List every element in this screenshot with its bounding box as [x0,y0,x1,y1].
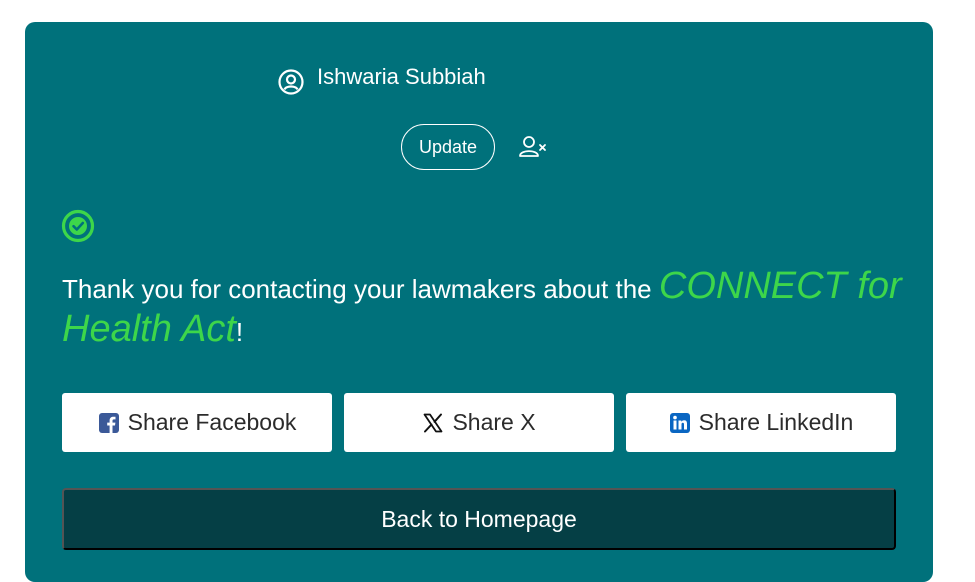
user-remove-icon[interactable] [518,134,548,160]
share-x-button[interactable]: Share X [344,393,614,452]
share-facebook-label: Share Facebook [127,409,297,435]
share-linkedin-label: Share LinkedIn [698,409,854,435]
user-info: Ishwaria Subbiah [277,58,486,96]
user-circle-icon [278,69,304,95]
thank-you-prefix: Thank you for contacting your lawmakers … [62,274,659,304]
confirmation-card: Ishwaria Subbiah Update Thank you for co… [25,22,933,582]
check-circle-icon [61,209,95,243]
update-button[interactable]: Update [401,124,495,170]
thank-you-message: Thank you for contacting your lawmakers … [62,266,902,352]
thank-you-suffix: ! [235,317,244,347]
facebook-icon [98,412,120,434]
back-to-homepage-button[interactable]: Back to Homepage [62,488,896,550]
linkedin-icon [669,412,691,434]
user-name: Ishwaria Subbiah [317,64,486,89]
x-icon [422,412,444,434]
share-facebook-button[interactable]: Share Facebook [62,393,332,452]
share-linkedin-button[interactable]: Share LinkedIn [626,393,896,452]
share-x-label: Share X [452,409,536,435]
